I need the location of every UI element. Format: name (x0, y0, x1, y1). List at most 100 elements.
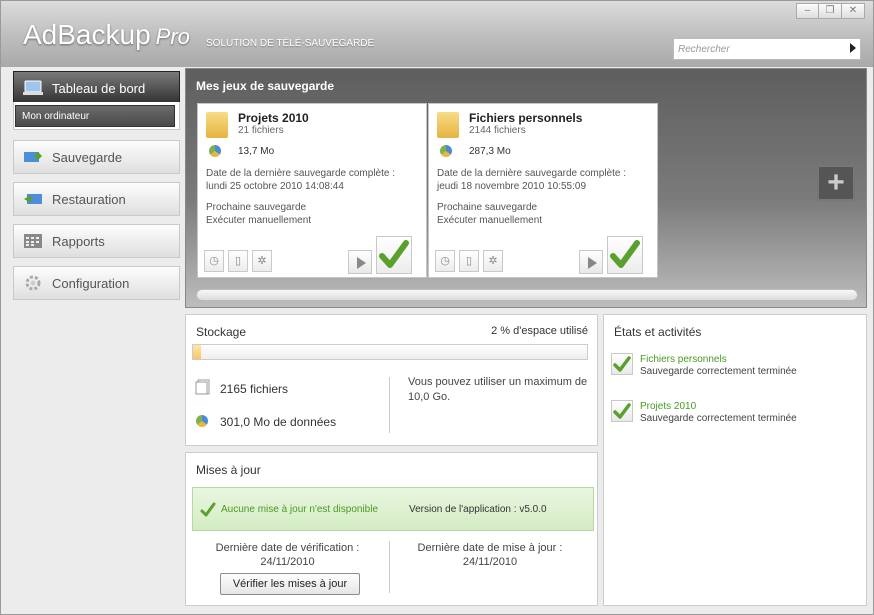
backup-set-size: 13,7 Mo (238, 146, 275, 157)
add-backup-set-button[interactable]: + (817, 165, 855, 201)
backup-set-name: Fichiers personnels (469, 111, 583, 125)
backup-status-check (607, 236, 643, 274)
last-update-label: Dernière date de mise à jour : (417, 542, 563, 554)
nav-item-reports-label: Rapports (52, 233, 105, 249)
next-backup-label: Prochaine sauvegarde (437, 202, 538, 213)
schedule-button[interactable]: ◷ (435, 250, 455, 272)
backup-set-name: Projets 2010 (238, 111, 309, 125)
size-pie-icon (440, 145, 452, 157)
size-pie-icon (209, 145, 221, 157)
storage-panel: Stockage 2 % d'espace utilisé 2165 fichi… (185, 314, 598, 446)
checkmark-icon (613, 403, 631, 419)
run-backup-button[interactable] (348, 250, 372, 274)
nav-item-backup[interactable]: Sauvegarde (13, 140, 180, 174)
update-status-text: Aucune mise à jour n'est disponible (221, 504, 379, 515)
backup-icon (24, 152, 42, 162)
storage-usage-text: 2 % d'espace utilisé (491, 325, 588, 337)
last-check-date: 24/11/2010 (260, 556, 315, 568)
next-backup-value: Exécuter manuellement (437, 215, 543, 226)
updates-title: Mises à jour (196, 463, 261, 477)
activity-item-name[interactable]: Fichiers personnels (640, 354, 727, 365)
checkmark-icon (610, 240, 640, 268)
clock-icon: ◷ (440, 255, 450, 267)
run-backup-button[interactable] (579, 250, 603, 274)
storage-data-size: 301,0 Mo de données (220, 415, 337, 429)
check-updates-button[interactable]: Vérifier les mises à jour (220, 573, 360, 595)
activity-status-icon (611, 353, 633, 375)
next-backup-value: Exécuter manuellement (206, 215, 312, 226)
settings-button[interactable]: ✲ (483, 250, 503, 272)
activity-item-name[interactable]: Projets 2010 (640, 401, 696, 412)
document-icon: ▯ (234, 255, 242, 267)
nav-item-restore[interactable]: Restauration (13, 182, 180, 216)
activity-panel: États et activités Fichiers personnels S… (603, 314, 867, 606)
folder-icon (206, 112, 228, 138)
minimize-button[interactable]: – (796, 3, 819, 19)
checkmark-icon (379, 240, 409, 268)
update-status-bar: Aucune mise à jour n'est disponible Vers… (192, 487, 594, 531)
gear-icon: ✲ (257, 255, 267, 267)
activity-item-status: Sauvegarde correctement terminée (640, 413, 797, 424)
nav-item-configuration[interactable]: Configuration (13, 266, 180, 300)
folder-icon (437, 112, 459, 138)
nav-item-reports[interactable]: Rapports (13, 224, 180, 258)
settings-button[interactable]: ✲ (252, 250, 272, 272)
app-window: AdBackup Pro SOLUTION DE TÉLÉ-SAUVEGARDE … (0, 0, 874, 615)
next-backup-label: Prochaine sauvegarde (206, 202, 307, 213)
storage-divider (389, 377, 390, 433)
search-placeholder: Rechercher (678, 44, 730, 55)
window-controls: – ❐ ✕ (796, 3, 865, 19)
clock-icon: ◷ (209, 255, 219, 267)
nav-item-backup-label: Sauvegarde (52, 149, 123, 165)
gear-icon (25, 275, 41, 291)
gear-icon: ✲ (488, 255, 498, 267)
restore-button[interactable]: ❐ (819, 3, 842, 19)
backup-status-check (376, 236, 412, 274)
data-pie-icon (196, 415, 208, 427)
schedule-button[interactable]: ◷ (204, 250, 224, 272)
backup-set-file-count: 21 fichiers (238, 125, 284, 136)
last-backup-date: jeudi 18 novembre 2010 10:55:09 (437, 181, 587, 192)
storage-progress-bar (192, 344, 588, 360)
app-header: AdBackup Pro SOLUTION DE TÉLÉ-SAUVEGARDE … (1, 1, 873, 67)
last-backup-label: Date de la dernière sauvegarde complète … (206, 168, 396, 179)
storage-file-count: 2165 fichiers (220, 382, 289, 396)
activity-status-icon (611, 400, 633, 422)
plus-icon: + (827, 166, 845, 199)
calendar-grid-icon (24, 234, 42, 248)
close-button[interactable]: ✕ (842, 3, 865, 19)
app-logo: AdBackup Pro (23, 19, 190, 51)
app-edition: Pro (155, 24, 190, 49)
backup-set-size: 287,3 Mo (469, 146, 511, 157)
storage-title: Stockage (196, 325, 247, 339)
checkmark-icon (613, 356, 631, 372)
backup-set-file-count: 2144 fichiers (469, 125, 526, 136)
app-version: Version de l'application : v5.0.0 (409, 504, 547, 515)
nav-item-configuration-label: Configuration (52, 275, 130, 291)
last-backup-label: Date de la dernière sauvegarde complète … (437, 168, 627, 179)
storage-progress-fill (193, 345, 201, 359)
files-icon (195, 379, 210, 395)
activity-title: États et activités (614, 325, 702, 339)
backup-set-card[interactable]: Fichiers personnels 2144 fichiers 287,3 … (428, 103, 658, 278)
checkmark-icon (200, 502, 216, 517)
files-button[interactable]: ▯ (228, 250, 248, 272)
updates-panel: Mises à jour Aucune mise à jour n'est di… (185, 452, 598, 606)
files-button[interactable]: ▯ (459, 250, 479, 272)
app-name: AdBackup (23, 19, 151, 50)
search-input[interactable]: Rechercher (673, 38, 861, 60)
nav-item-restore-label: Restauration (52, 191, 126, 207)
backup-set-card[interactable]: Projets 2010 21 fichiers 13,7 Mo Date de… (197, 103, 427, 278)
storage-max-info: Vous pouvez utiliser un maximum de 10,0 … (408, 376, 588, 403)
horizontal-scrollbar[interactable] (196, 289, 858, 301)
laptop-icon (23, 80, 43, 95)
subnav-item-my-computer[interactable]: Mon ordinateur (15, 105, 175, 127)
search-submit-icon[interactable] (850, 43, 856, 53)
nav-item-dashboard[interactable]: Tableau de bord (13, 71, 180, 105)
last-check-label: Dernière date de vérification : (215, 542, 360, 554)
restore-icon (24, 194, 42, 204)
last-update-date: 24/11/2010 (462, 556, 518, 568)
app-tagline: SOLUTION DE TÉLÉ-SAUVEGARDE (206, 38, 375, 49)
backup-sets-panel: Mes jeux de sauvegarde Projets 2010 21 f… (185, 68, 867, 308)
last-backup-date: lundi 25 octobre 2010 14:08:44 (206, 181, 344, 192)
